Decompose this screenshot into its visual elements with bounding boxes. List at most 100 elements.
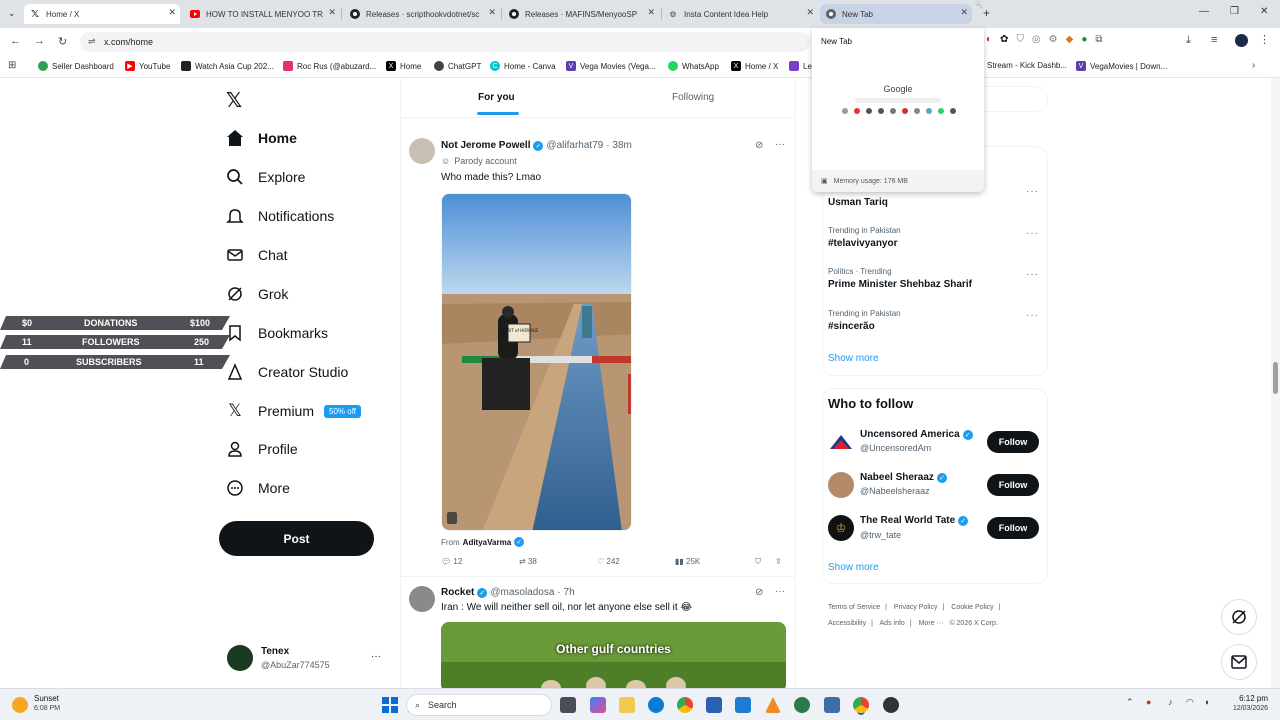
metamask-icon[interactable]: ◆ (1066, 34, 1074, 45)
reply-button[interactable]: 💬︎ 12 (441, 557, 462, 566)
trend-more-icon[interactable]: ··· (1026, 269, 1039, 280)
suggested-user-name[interactable]: Uncensored America ✓ (860, 429, 976, 440)
apps-grid-icon[interactable]: ⊞ (8, 60, 16, 71)
scrollbar-thumb[interactable] (1273, 362, 1278, 394)
tab-youtube[interactable]: HOW TO INSTALL MENYOO TR ✕ (184, 4, 340, 24)
bookmark-kick[interactable]: Stream - Kick Dashb... (987, 61, 1067, 70)
bookmark-canva[interactable]: C Home - Canva (490, 61, 556, 71)
from-user[interactable]: AdityaVarma (463, 538, 511, 547)
microphone-icon[interactable]: ♪ (1168, 697, 1173, 707)
repost-button[interactable]: ⇄ 38 (519, 557, 537, 566)
nav-chat[interactable]: Chat (224, 244, 288, 266)
store-icon[interactable] (706, 697, 722, 713)
trend-more-icon[interactable]: ··· (1026, 228, 1039, 239)
new-tab-plus-icon[interactable]: + (983, 6, 990, 20)
clock-time[interactable]: 6:12 pm (1228, 694, 1268, 703)
profile-avatar-icon[interactable] (1235, 34, 1248, 47)
edge-icon[interactable] (648, 697, 664, 713)
more-icon[interactable]: ··· (775, 139, 785, 150)
page-scrollbar[interactable] (1271, 78, 1280, 688)
window-close-icon[interactable]: ✕ (1260, 6, 1268, 17)
like-button[interactable]: ♡ 242 (597, 557, 620, 566)
site-info-icon[interactable]: ⇌ (88, 36, 96, 47)
reload-icon[interactable]: ↻ (58, 35, 67, 48)
chrome-icon[interactable] (677, 697, 693, 713)
tweet-time[interactable]: · 7h (557, 587, 574, 598)
extension-icon[interactable]: ● (1081, 34, 1087, 45)
avatar[interactable]: ♔ (828, 515, 854, 541)
tab-new-tab[interactable]: New Tab ✕ (820, 4, 972, 24)
bookmark-chatgpt[interactable]: ChatGPT (434, 61, 481, 71)
close-icon[interactable]: ✕ (806, 7, 814, 18)
address-bar[interactable]: ⇌ x.com/home (80, 32, 810, 52)
volume-icon[interactable]: ◖ (1204, 697, 1209, 707)
nav-more[interactable]: More (224, 477, 290, 499)
reading-list-icon[interactable]: ≡ (1211, 34, 1217, 46)
chevron-right-icon[interactable]: › (1252, 60, 1255, 71)
minimize-icon[interactable]: — (1199, 6, 1209, 17)
nav-notifications[interactable]: Notifications (224, 205, 334, 227)
avatar[interactable] (828, 429, 854, 455)
avatar[interactable] (227, 645, 253, 671)
bookmark-youtube[interactable]: ▶ YouTube (125, 61, 170, 71)
taskbar-search[interactable]: ⌕ Search (406, 694, 552, 716)
nav-creator-studio[interactable]: Creator Studio (224, 361, 348, 383)
grok-icon[interactable]: ⊘ (755, 587, 763, 598)
avatar[interactable] (828, 472, 854, 498)
avatar[interactable] (409, 138, 435, 164)
nav-premium[interactable]: 𝕏 Premium 50% off (224, 400, 361, 422)
show-more-trends-link[interactable]: Show more (828, 353, 879, 364)
close-icon[interactable]: ✕ (488, 7, 496, 18)
tab-for-you[interactable]: For you (478, 92, 515, 103)
tab-home-x[interactable]: 𝕏 Home / X ✕ (24, 4, 180, 24)
app-icon[interactable] (794, 697, 810, 713)
maximize-icon[interactable]: ❐ (1230, 6, 1239, 17)
weather-label[interactable]: Sunset (34, 694, 59, 703)
tweet-handle[interactable]: @alifarhat79 (546, 140, 603, 151)
weather-sun-icon[interactable] (12, 697, 28, 713)
search-field-edge[interactable] (984, 86, 1048, 112)
bookmark-x-home[interactable]: X Home (386, 61, 421, 71)
trend-title[interactable]: Usman Tariq (828, 197, 888, 208)
footer-link[interactable]: More ··· (919, 620, 944, 627)
footer-link[interactable]: Accessibility (828, 620, 866, 627)
kebab-menu-icon[interactable]: ⋮ (1259, 33, 1270, 46)
tweet-author[interactable]: Not Jerome Powell (441, 140, 530, 151)
bookmark-seller-dashboard[interactable]: Seller Dashboard (38, 61, 114, 71)
trend-title[interactable]: #sincerão (828, 321, 875, 332)
suggested-user-handle[interactable]: @Nabeelsheraaz (860, 486, 930, 496)
tab-github-shvdn[interactable]: Releases · scripthookvdotnet/sc ✕ (344, 4, 500, 24)
account-menu-icon[interactable]: ··· (371, 651, 381, 662)
close-icon[interactable]: ✕ (647, 7, 655, 18)
puzzle-icon[interactable]: ⧉ (1095, 34, 1102, 45)
nav-profile[interactable]: Profile (224, 438, 298, 460)
back-icon[interactable]: ← (10, 35, 21, 47)
tab-search-icon[interactable]: ⌄ (8, 8, 16, 19)
share-icon[interactable]: ⇪ (775, 557, 782, 566)
tab-chatgpt[interactable]: ⚙ Insta Content Idea Help ✕ (662, 4, 818, 24)
footer-link[interactable]: Cookie Policy (951, 604, 993, 611)
close-icon[interactable]: ✕ (960, 7, 968, 18)
footer-link[interactable]: Terms of Service (828, 604, 880, 611)
bookmark-whatsapp[interactable]: WhatsApp (668, 61, 719, 71)
bookmark-le[interactable]: Le (789, 61, 812, 71)
bookmark-asia-cup[interactable]: Watch Asia Cup 202... (181, 61, 274, 71)
forward-icon[interactable]: → (34, 35, 45, 47)
nav-grok[interactable]: Grok (224, 283, 288, 305)
vlc-icon[interactable] (765, 697, 781, 713)
suggested-user-handle[interactable]: @UncensoredAm (860, 443, 931, 453)
bookmark-vega-movies[interactable]: V Vega Movies (Vega... (566, 61, 656, 71)
avatar[interactable] (409, 586, 435, 612)
bookmark-instagram[interactable]: Roc Rus (@abuzard... (283, 61, 376, 71)
tray-chevron-icon[interactable]: ⌃ (1126, 697, 1134, 708)
copilot-icon[interactable] (590, 697, 606, 713)
bookmark-vegamovies[interactable]: V VegaMovies | Down... (1076, 61, 1167, 71)
chrome-active-icon[interactable] (853, 697, 869, 713)
suggested-user-name[interactable]: The Real World Tate ✓ (860, 515, 971, 526)
tweet-handle[interactable]: @masoladosa (490, 587, 554, 598)
tab-github-menyoo[interactable]: Releases · MAFINS/MenyooSP ✕ (503, 4, 659, 24)
trend-title[interactable]: Prime Minister Shehbaz Sharif (828, 279, 972, 290)
download-icon[interactable]: ⤓ (1186, 34, 1191, 47)
trend-more-icon[interactable]: ··· (1026, 186, 1039, 197)
trend-more-icon[interactable]: ··· (1026, 310, 1039, 321)
